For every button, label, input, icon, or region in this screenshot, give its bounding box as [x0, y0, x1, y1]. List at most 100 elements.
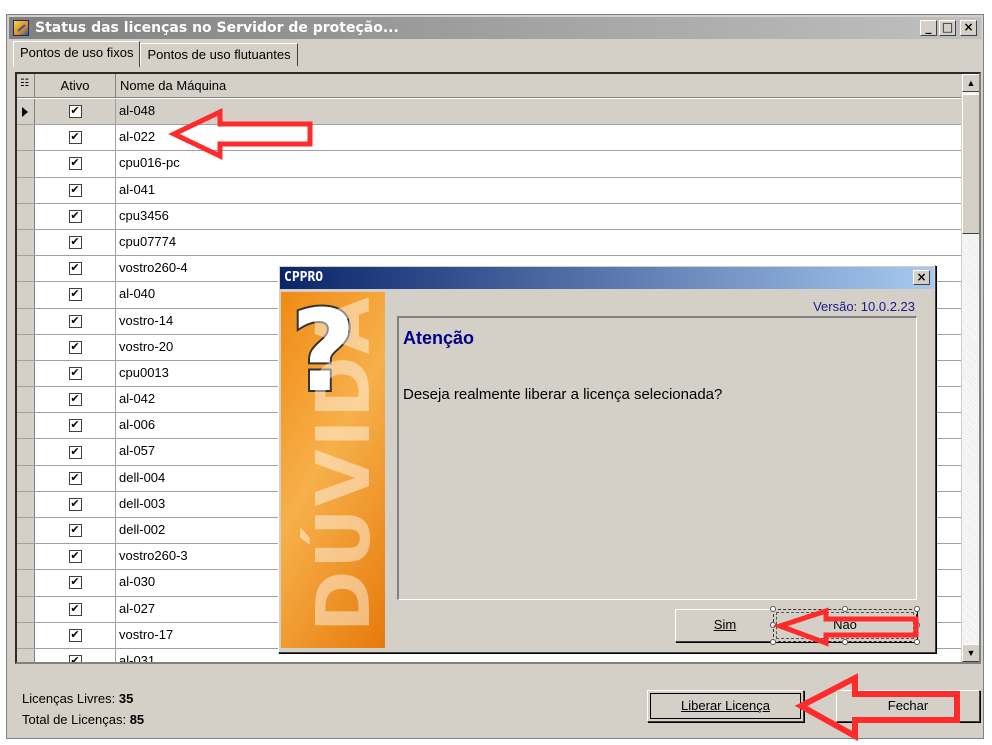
row-indicator[interactable] — [17, 151, 35, 177]
row-indicator[interactable] — [17, 439, 35, 465]
total-value: 85 — [129, 712, 145, 727]
machine-name-cell: al-048 — [116, 99, 961, 125]
ativo-cell: ✔ — [35, 465, 116, 491]
ativo-checkbox[interactable]: ✔ — [68, 393, 82, 407]
table-row[interactable]: ✔ al-048 — [17, 99, 961, 126]
row-indicator[interactable] — [17, 387, 35, 413]
livres-value: 35 — [118, 691, 134, 706]
dialog-titlebar[interactable]: CPPRO × — [280, 267, 934, 289]
ativo-cell: ✔ — [35, 203, 116, 229]
table-row[interactable]: ✔ cpu3456 — [17, 203, 961, 230]
row-indicator[interactable] — [17, 177, 35, 203]
row-indicator[interactable] — [17, 596, 35, 622]
scroll-down-button[interactable]: ▼ — [962, 644, 979, 662]
row-indicator[interactable] — [17, 570, 35, 596]
machine-name-cell: cpu016-pc — [119, 155, 180, 171]
tab-pontos-flutuantes[interactable]: Pontos de uso flutuantes — [140, 43, 298, 66]
machine-name-cell: al-041 — [119, 181, 156, 197]
tab-strip: Pontos de uso fixos Pontos de uso flutua… — [13, 41, 298, 67]
row-indicator[interactable] — [17, 282, 35, 308]
ativo-cell: ✔ — [35, 491, 116, 517]
column-header-nome[interactable]: Nome da Máquina — [116, 74, 961, 98]
ativo-checkbox[interactable]: ✔ — [68, 628, 82, 642]
ativo-checkbox[interactable]: ✔ — [68, 576, 82, 590]
fechar-button[interactable]: Fechar — [836, 690, 980, 722]
ativo-checkbox[interactable]: ✔ — [68, 471, 82, 485]
selection-handle — [914, 606, 920, 612]
selection-handle — [914, 622, 920, 628]
ativo-checkbox[interactable]: ✔ — [68, 655, 82, 662]
ativo-checkbox[interactable]: ✔ — [68, 497, 82, 511]
ativo-cell: ✔ — [35, 151, 116, 177]
close-button[interactable]: × — [960, 20, 977, 36]
row-indicator[interactable] — [17, 334, 35, 360]
ativo-checkbox[interactable]: ✔ — [68, 366, 82, 380]
row-indicator[interactable] — [17, 125, 35, 151]
dialog-close-button[interactable]: × — [913, 270, 930, 285]
scroll-thumb[interactable] — [962, 94, 979, 234]
ativo-cell: ✔ — [35, 125, 116, 151]
ativo-cell: ✔ — [35, 177, 116, 203]
current-row-arrow-icon — [22, 107, 28, 117]
table-row[interactable]: ✔ al-041 — [17, 177, 961, 204]
ativo-checkbox[interactable]: ✔ — [68, 419, 82, 433]
liberar-licenca-button[interactable]: Liberar Licença — [647, 690, 804, 722]
row-indicator[interactable] — [17, 99, 35, 125]
ativo-checkbox[interactable]: ✔ — [68, 445, 82, 459]
row-indicator[interactable] — [17, 256, 35, 282]
table-row[interactable]: ✔ cpu016-pc — [17, 151, 961, 178]
row-indicator[interactable] — [17, 360, 35, 387]
table-row[interactable]: ✔ cpu07774 — [17, 229, 961, 257]
machine-name-cell: cpu07774 — [119, 233, 177, 249]
selection-handle — [770, 606, 776, 612]
machine-name-cell: al-022 — [119, 129, 156, 145]
ativo-checkbox[interactable]: ✔ — [68, 340, 82, 354]
scroll-up-button[interactable]: ▲ — [962, 74, 979, 92]
ativo-checkbox[interactable]: ✔ — [68, 236, 82, 250]
ativo-cell: ✔ — [35, 544, 116, 570]
ativo-checkbox[interactable]: ✔ — [68, 314, 82, 328]
row-indicator[interactable] — [17, 544, 35, 570]
banner-word: DÚVIDA — [301, 294, 385, 632]
row-indicator[interactable] — [17, 518, 35, 544]
dialog-version: Versão: 10.0.2.23 — [813, 299, 915, 314]
dialog-message-panel: Atenção Deseja realmente liberar a licen… — [397, 316, 917, 600]
ativo-cell: ✔ — [35, 622, 116, 648]
confirm-dialog: CPPRO × ? DÚVIDA Versão: 10.0.2.23 Atenç… — [278, 265, 936, 653]
ativo-checkbox[interactable]: ✔ — [68, 550, 82, 564]
row-indicator[interactable] — [17, 622, 35, 648]
row-indicator[interactable] — [17, 229, 35, 256]
column-chooser-icon[interactable]: ☷ — [17, 74, 35, 98]
row-indicator[interactable] — [17, 491, 35, 517]
sim-button[interactable]: Sim — [675, 609, 775, 642]
ativo-checkbox[interactable]: ✔ — [68, 524, 82, 538]
minimize-button[interactable]: _ — [920, 20, 937, 36]
ativo-checkbox[interactable]: ✔ — [68, 105, 82, 119]
row-indicator[interactable] — [17, 308, 35, 334]
license-summary: Licenças Livres: 35 Total de Licenças: 8… — [22, 688, 144, 730]
window-titlebar[interactable]: Status das licenças no Servidor de prote… — [9, 17, 981, 39]
ativo-checkbox[interactable]: ✔ — [68, 131, 82, 145]
ativo-checkbox[interactable]: ✔ — [68, 288, 82, 302]
row-indicator[interactable] — [17, 465, 35, 491]
vertical-scrollbar[interactable]: ▲ ▼ — [961, 74, 979, 662]
ativo-checkbox[interactable]: ✔ — [68, 157, 82, 171]
ativo-checkbox[interactable]: ✔ — [68, 183, 82, 197]
total-label: Total de Licenças: — [22, 712, 127, 727]
selection-handle — [842, 639, 848, 645]
row-indicator[interactable] — [17, 648, 35, 662]
column-header-ativo[interactable]: Ativo — [35, 74, 116, 98]
ativo-checkbox[interactable]: ✔ — [68, 262, 82, 276]
tab-pontos-fixos[interactable]: Pontos de uso fixos — [13, 41, 141, 67]
ativo-checkbox[interactable]: ✔ — [68, 602, 82, 616]
table-row[interactable]: ✔ al-022 — [17, 125, 961, 152]
ativo-cell: ✔ — [35, 334, 116, 360]
ativo-checkbox[interactable]: ✔ — [68, 209, 82, 223]
maximize-button[interactable]: □ — [939, 20, 956, 36]
row-indicator[interactable] — [17, 413, 35, 439]
nao-button[interactable]: Não — [770, 606, 920, 645]
nao-label: Não — [833, 617, 857, 632]
row-indicator[interactable] — [17, 203, 35, 229]
dialog-message: Deseja realmente liberar a licença selec… — [403, 386, 723, 403]
ativo-cell: ✔ — [35, 360, 116, 387]
